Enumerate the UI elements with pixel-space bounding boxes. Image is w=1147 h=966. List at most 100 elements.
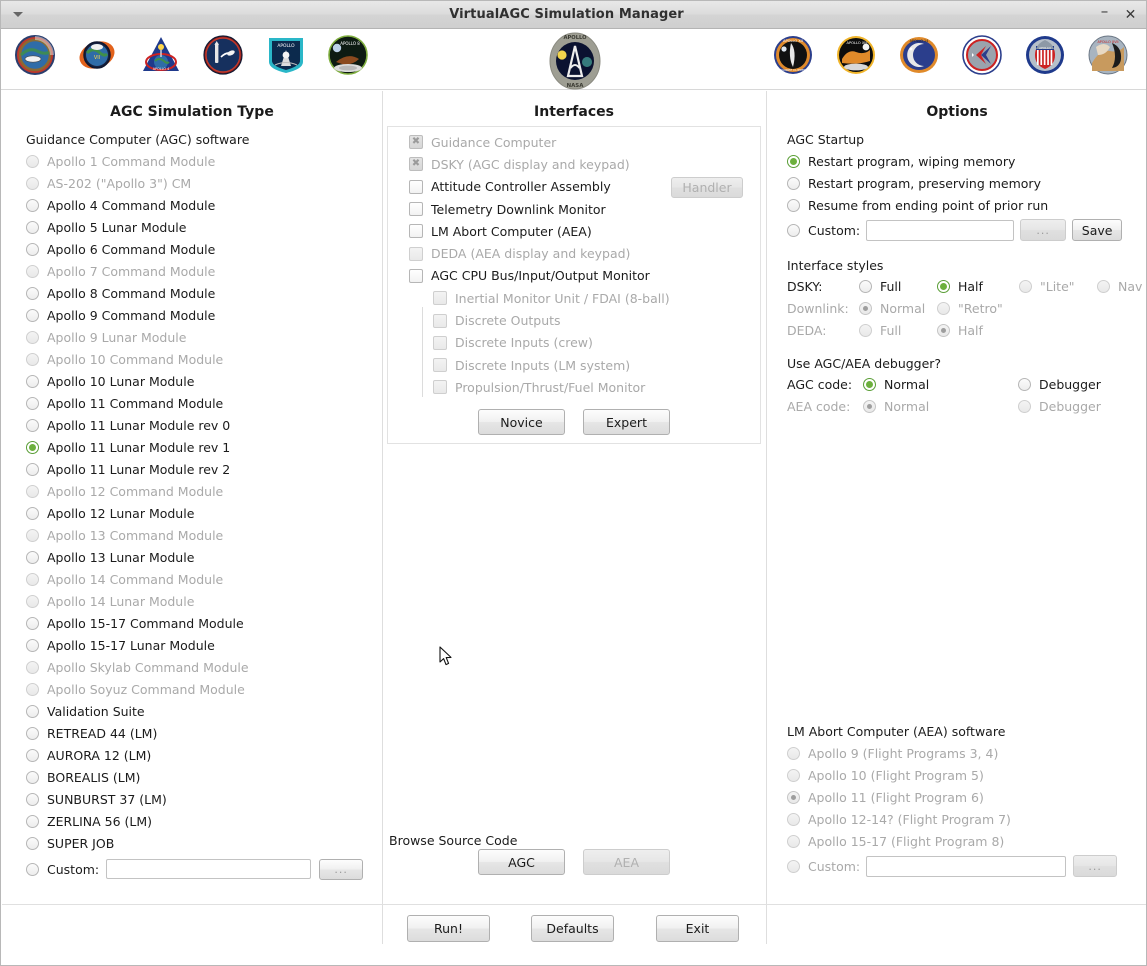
interface-style-0-3-radio[interactable] [1097, 279, 1110, 293]
aea-software-item-0-radio[interactable] [787, 746, 800, 760]
agc-startup-item-row[interactable]: Restart program, preserving memory [787, 172, 1137, 194]
interface-item-checkbox[interactable] [409, 268, 423, 283]
aea-software-item-2-radio[interactable] [787, 790, 800, 804]
agc-custom-row[interactable]: Custom: ... [26, 857, 376, 881]
agc-startup-item-row[interactable]: Resume from ending point of prior run [787, 194, 1137, 216]
aea-software-item-4-radio[interactable] [787, 834, 800, 848]
interface-item-checkbox[interactable] [409, 224, 423, 239]
agc-software-item-21-radio[interactable] [26, 616, 39, 630]
agc-software-item-12-radio[interactable] [26, 418, 39, 432]
interface-item-checkbox[interactable] [433, 291, 447, 306]
agc-software-item-row[interactable]: ZERLINA 56 (LM) [26, 810, 376, 832]
aea-software-item-3-radio[interactable] [787, 812, 800, 826]
expert-button[interactable]: Expert [583, 409, 670, 435]
interface-item-checkbox[interactable] [409, 135, 423, 150]
handler-button[interactable]: Handler [671, 177, 743, 198]
agc-software-item-5-radio[interactable] [26, 264, 39, 278]
agc-software-item-row[interactable]: SUNBURST 37 (LM) [26, 788, 376, 810]
agc-software-item-11-radio[interactable] [26, 396, 39, 410]
agc-software-item-row[interactable]: AURORA 12 (LM) [26, 744, 376, 766]
agc-software-item-row[interactable]: Apollo 9 Command Module [26, 304, 376, 326]
agc-software-item-18-radio[interactable] [26, 550, 39, 564]
interface-style-2-0-radio[interactable] [859, 323, 872, 337]
interface-style-choice[interactable]: Half [937, 279, 1019, 294]
exit-button[interactable]: Exit [656, 915, 739, 942]
aea-software-item-1-radio[interactable] [787, 768, 800, 782]
interface-style-2-1-radio[interactable] [937, 323, 950, 337]
close-icon[interactable]: ✕ [1124, 8, 1137, 22]
debugger-option-0-0-radio[interactable] [863, 377, 876, 391]
interface-style-0-1-radio[interactable] [937, 279, 950, 293]
interface-item-checkbox[interactable] [409, 202, 423, 217]
agc-custom-input[interactable] [106, 859, 312, 879]
agc-software-item-13-radio[interactable] [26, 440, 39, 454]
debugger-option-0-1-radio[interactable] [1018, 377, 1031, 391]
interface-item-checkbox[interactable] [433, 313, 447, 328]
agc-software-item-29-radio[interactable] [26, 792, 39, 806]
run-button[interactable]: Run! [407, 915, 490, 942]
agc-software-item-4-radio[interactable] [26, 242, 39, 256]
agc-software-item-26-radio[interactable] [26, 726, 39, 740]
interface-style-choice[interactable]: Full [859, 279, 937, 294]
agc-startup-item-row[interactable]: Restart program, wiping memory [787, 150, 1137, 172]
agc-software-item-10-radio[interactable] [26, 374, 39, 388]
aea-custom-radio[interactable] [787, 859, 800, 873]
agc-software-item-31-radio[interactable] [26, 836, 39, 850]
debugger-option-1-0-radio[interactable] [863, 399, 876, 413]
debugger-option-choice[interactable]: Normal [863, 377, 1018, 392]
agc-software-item-28-radio[interactable] [26, 770, 39, 784]
defaults-button[interactable]: Defaults [531, 915, 614, 942]
interface-item-row[interactable]: Telemetry Downlink Monitor [409, 198, 749, 220]
interface-style-1-1-radio[interactable] [937, 301, 950, 315]
agc-software-item-row[interactable]: Apollo 6 Command Module [26, 238, 376, 260]
interface-item-checkbox[interactable] [409, 179, 423, 194]
minimize-icon[interactable]: – [1098, 4, 1111, 19]
agc-software-item-9-radio[interactable] [26, 352, 39, 366]
agc-custom-browse-button[interactable]: ... [319, 858, 364, 880]
agc-software-item-row[interactable]: RETREAD 44 (LM) [26, 722, 376, 744]
debugger-option-1-1-radio[interactable] [1018, 399, 1031, 413]
browse-agc-button[interactable]: AGC [478, 849, 565, 875]
agc-software-item-row[interactable]: Apollo 12 Lunar Module [26, 502, 376, 524]
agc-software-item-24-radio[interactable] [26, 682, 39, 696]
agc-software-item-3-radio[interactable] [26, 220, 39, 234]
agc-software-item-6-radio[interactable] [26, 286, 39, 300]
agc-software-item-25-radio[interactable] [26, 704, 39, 718]
agc-startup-item-0-radio[interactable] [787, 154, 800, 168]
agc-software-item-row[interactable]: BOREALIS (LM) [26, 766, 376, 788]
agc-software-item-27-radio[interactable] [26, 748, 39, 762]
agc-software-item-0-radio[interactable] [26, 154, 39, 168]
agc-software-item-row[interactable]: Apollo 11 Lunar Module rev 1 [26, 436, 376, 458]
agc-startup-item-1-radio[interactable] [787, 176, 800, 190]
agc-software-item-23-radio[interactable] [26, 660, 39, 674]
agc-software-item-2-radio[interactable] [26, 198, 39, 212]
agc-software-item-row[interactable]: Apollo 15-17 Command Module [26, 612, 376, 634]
interface-item-checkbox[interactable] [409, 157, 423, 172]
agc-software-item-22-radio[interactable] [26, 638, 39, 652]
debugger-option-choice[interactable]: Debugger [1018, 377, 1128, 392]
startup-custom-save-button[interactable]: Save [1072, 219, 1123, 241]
aea-custom-row[interactable]: Custom: ... [787, 854, 1139, 878]
window-menu-button[interactable] [1, 1, 35, 28]
agc-software-item-row[interactable]: Apollo 5 Lunar Module [26, 216, 376, 238]
interface-item-row[interactable]: AGC CPU Bus/Input/Output Monitor [409, 265, 749, 287]
agc-software-item-row[interactable]: Apollo 11 Lunar Module rev 2 [26, 458, 376, 480]
agc-software-item-8-radio[interactable] [26, 330, 39, 344]
agc-software-item-row[interactable]: Apollo 11 Lunar Module rev 0 [26, 414, 376, 436]
agc-software-item-row[interactable]: Apollo 11 Command Module [26, 392, 376, 414]
novice-button[interactable]: Novice [478, 409, 565, 435]
agc-software-item-17-radio[interactable] [26, 528, 39, 542]
agc-software-item-20-radio[interactable] [26, 594, 39, 608]
agc-software-item-19-radio[interactable] [26, 572, 39, 586]
agc-software-item-row[interactable]: Apollo 4 Command Module [26, 194, 376, 216]
interface-item-checkbox[interactable] [433, 358, 447, 373]
startup-custom-browse-button[interactable]: ... [1020, 219, 1067, 241]
interface-style-1-0-radio[interactable] [859, 301, 872, 315]
agc-startup-item-2-radio[interactable] [787, 198, 800, 212]
agc-software-item-row[interactable]: Apollo 10 Lunar Module [26, 370, 376, 392]
agc-software-item-7-radio[interactable] [26, 308, 39, 322]
interface-item-checkbox[interactable] [433, 380, 447, 395]
agc-software-item-row[interactable]: Apollo 13 Lunar Module [26, 546, 376, 568]
browse-aea-button[interactable]: AEA [583, 849, 670, 875]
agc-software-item-row[interactable]: Apollo 8 Command Module [26, 282, 376, 304]
